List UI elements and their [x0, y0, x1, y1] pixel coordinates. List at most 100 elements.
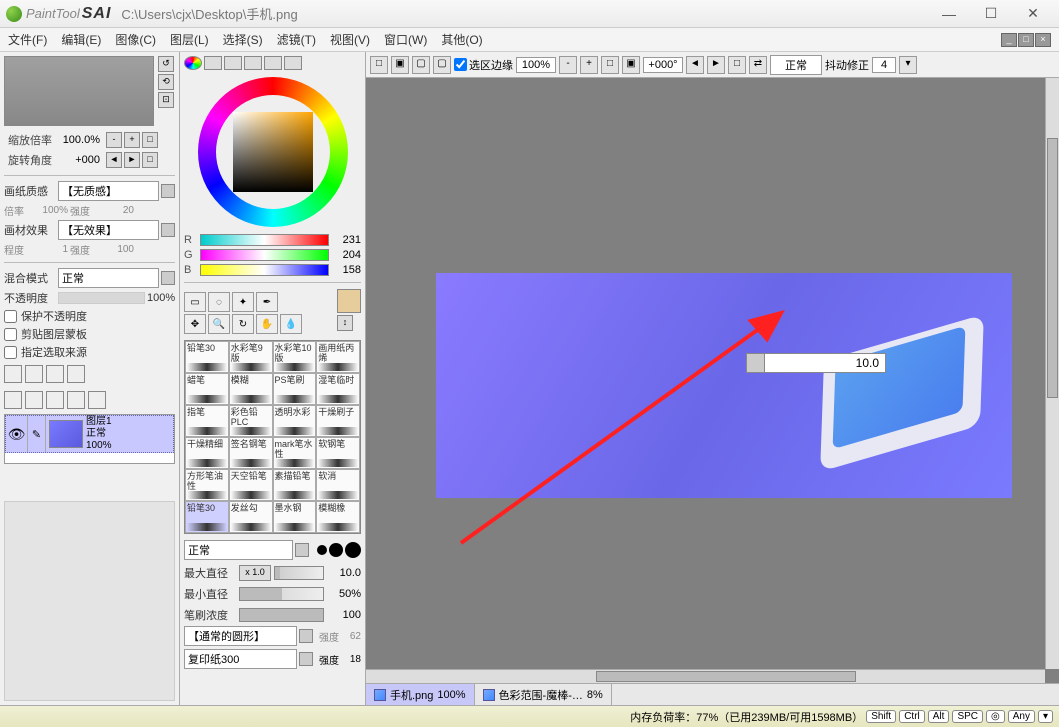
canvas-content[interactable]: 10.0: [436, 273, 1012, 498]
nav-btn-2[interactable]: ⟲: [158, 74, 174, 90]
chevron-down-icon[interactable]: [299, 629, 313, 643]
brush-preset[interactable]: 彩色铅PLC: [229, 405, 273, 437]
brush-preset[interactable]: 蜡笔: [185, 373, 229, 405]
menu-other[interactable]: 其他(O): [441, 31, 482, 48]
brush-preset[interactable]: 软钢笔: [316, 437, 360, 469]
flip-h-button[interactable]: ⇄: [749, 56, 767, 74]
layer-item[interactable]: 👁 ✎ 图层1 正常 100%: [5, 415, 174, 453]
brush-density-slider[interactable]: [239, 608, 324, 622]
lasso-tool[interactable]: ◌: [208, 292, 230, 312]
red-slider[interactable]: [200, 234, 329, 246]
blue-slider[interactable]: [200, 264, 329, 276]
mdi-close-button[interactable]: ×: [1035, 33, 1051, 47]
color-wheel-tab[interactable]: [184, 56, 202, 70]
stabilizer-value[interactable]: 4: [872, 57, 896, 73]
brush-size-overlay[interactable]: 10.0: [746, 353, 886, 373]
color-scratch-tab[interactable]: [264, 56, 282, 70]
brush-preset[interactable]: 墨水钢: [273, 501, 317, 533]
new-layer-button[interactable]: [4, 365, 22, 383]
color-other-tab[interactable]: [284, 56, 302, 70]
brush-preset[interactable]: 发丝勾: [229, 501, 273, 533]
brush-preset[interactable]: PS笔刷: [273, 373, 317, 405]
color-swatches-tab[interactable]: [224, 56, 242, 70]
maximize-button[interactable]: ☐: [971, 2, 1011, 26]
invert-sel-button[interactable]: ▣: [391, 56, 409, 74]
nav-btn-1[interactable]: ↺: [158, 56, 174, 72]
menu-file[interactable]: 文件(F): [8, 31, 47, 48]
brush-shape-select[interactable]: 【通常的圆形】: [184, 626, 297, 646]
clear-layer-button[interactable]: [67, 391, 85, 409]
brush-blend-select[interactable]: 正常: [184, 540, 293, 560]
chevron-down-icon[interactable]: [295, 543, 309, 557]
paper-texture-select[interactable]: 【无质感】: [58, 181, 159, 201]
transfer-down-button[interactable]: [25, 391, 43, 409]
selection-edge-checkbox[interactable]: [454, 58, 467, 71]
rotate-reset-button[interactable]: □: [142, 152, 158, 168]
brush-preset[interactable]: 模糊: [229, 373, 273, 405]
chevron-down-icon[interactable]: [161, 271, 175, 285]
nav-btn-3[interactable]: ⊡: [158, 92, 174, 108]
chevron-down-icon[interactable]: [161, 223, 175, 237]
brush-preset[interactable]: 透明水彩: [273, 405, 317, 437]
green-slider[interactable]: [200, 249, 329, 261]
brush-preset[interactable]: 铅笔30: [185, 341, 229, 373]
brush-preset[interactable]: 软消: [316, 469, 360, 501]
brush-preset[interactable]: 干燥刷子: [316, 405, 360, 437]
menu-window[interactable]: 窗口(W): [384, 31, 427, 48]
doc-tab[interactable]: 手机.png 100%: [366, 684, 475, 705]
navigator-thumbnail[interactable]: [4, 56, 154, 126]
menu-select[interactable]: 选择(S): [223, 31, 263, 48]
rotate-left-button[interactable]: ◄: [106, 152, 122, 168]
blend-mode-select[interactable]: 正常: [58, 268, 159, 288]
menu-view[interactable]: 视图(V): [330, 31, 370, 48]
swap-colors-button[interactable]: ↕: [337, 315, 353, 331]
brush-preset[interactable]: 天空铅笔: [229, 469, 273, 501]
zoom-actual-button[interactable]: ▣: [622, 56, 640, 74]
zoom-tool[interactable]: 🔍: [208, 314, 230, 334]
max-diameter-slider[interactable]: [274, 566, 324, 580]
pen-tool[interactable]: ✒: [256, 292, 278, 312]
deselect-button[interactable]: □: [370, 56, 388, 74]
rotate-tool[interactable]: ↻: [232, 314, 254, 334]
doc-tab[interactable]: 色彩范围-魔棒-… 8%: [475, 684, 612, 705]
left-panel-scrollbar[interactable]: [4, 501, 175, 701]
brush-preset[interactable]: 铅笔30: [185, 501, 229, 533]
brush-preset[interactable]: 素描铅笔: [273, 469, 317, 501]
brush-preset[interactable]: 指笔: [185, 405, 229, 437]
clip-mask-checkbox[interactable]: [4, 328, 17, 341]
minimize-button[interactable]: —: [929, 2, 969, 26]
new-linework-button[interactable]: [25, 365, 43, 383]
brush-preset[interactable]: mark笔水性: [273, 437, 317, 469]
magic-wand-tool[interactable]: ✦: [232, 292, 254, 312]
color-history-tab[interactable]: [244, 56, 262, 70]
horizontal-scrollbar[interactable]: [366, 669, 1045, 683]
brush-paper-select[interactable]: 复印纸300: [184, 649, 297, 669]
canvas-zoom-value[interactable]: 100%: [516, 57, 556, 73]
zoom-minus-button[interactable]: -: [106, 132, 122, 148]
layer-visibility-icon[interactable]: 👁: [6, 416, 28, 452]
color-sliders-tab[interactable]: [204, 56, 222, 70]
brush-preset[interactable]: 水彩笔9版: [229, 341, 273, 373]
min-diameter-slider[interactable]: [239, 587, 324, 601]
designate-selection-checkbox[interactable]: [4, 346, 17, 359]
foreground-color-swatch[interactable]: [337, 289, 361, 313]
vertical-scrollbar[interactable]: [1045, 78, 1059, 669]
menu-image[interactable]: 图像(C): [115, 31, 156, 48]
sel-rect-tool[interactable]: ▭: [184, 292, 206, 312]
brush-preset[interactable]: 湿笔临时: [316, 373, 360, 405]
color-square[interactable]: [233, 112, 313, 192]
hand-tool[interactable]: ✋: [256, 314, 278, 334]
show-sel-button[interactable]: ▢: [412, 56, 430, 74]
zoom-plus-button[interactable]: +: [124, 132, 140, 148]
menu-filter[interactable]: 滤镜(T): [277, 31, 316, 48]
menu-edit[interactable]: 编辑(E): [61, 31, 101, 48]
color-wheel[interactable]: [198, 77, 348, 227]
duplicate-layer-button[interactable]: [67, 365, 85, 383]
chevron-down-icon[interactable]: [299, 652, 313, 666]
zoom-in-button[interactable]: +: [580, 56, 598, 74]
rotate-right-button[interactable]: ►: [124, 152, 140, 168]
canvas-angle-value[interactable]: +000°: [643, 57, 683, 73]
stabilizer-dropdown-button[interactable]: ▾: [899, 56, 917, 74]
menu-layer[interactable]: 图层(L): [170, 31, 209, 48]
brush-preset[interactable]: 方形笔油性: [185, 469, 229, 501]
